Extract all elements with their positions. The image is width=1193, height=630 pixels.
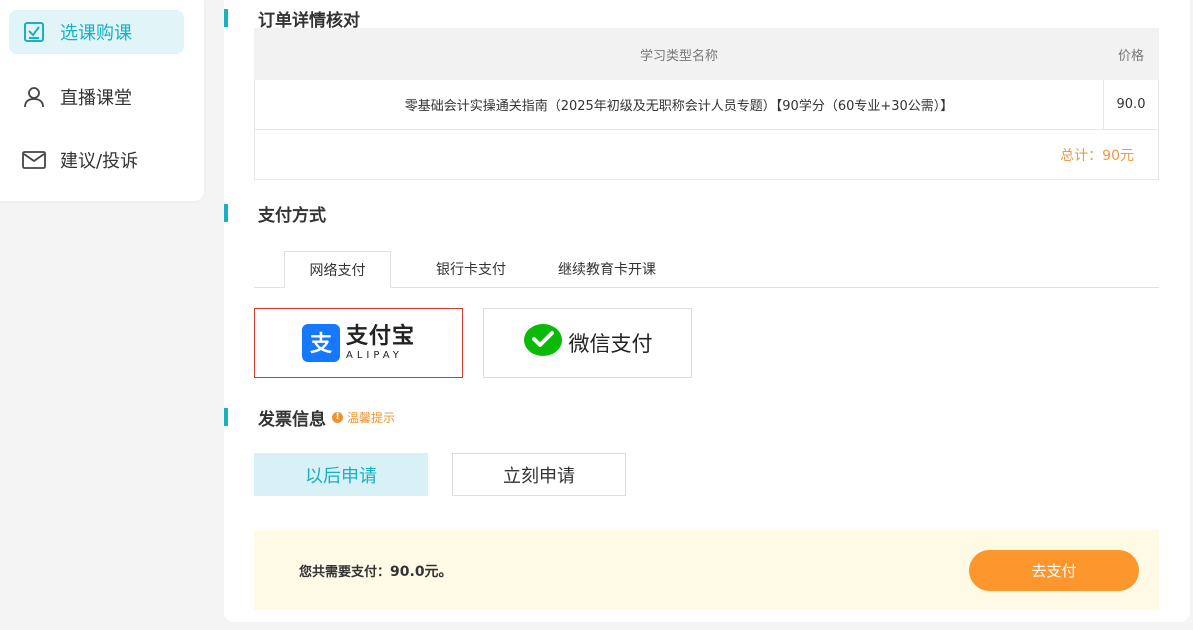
column-header-name: 学习类型名称 bbox=[255, 29, 1104, 80]
summary-amount: 90.0元。 bbox=[390, 564, 453, 580]
alipay-icon: 支 bbox=[302, 324, 340, 362]
alipay-label-cn: 支付宝 bbox=[346, 326, 415, 348]
summary-prefix: 您共需要支付： bbox=[299, 565, 390, 580]
invoice-hint-text: 温馨提示 bbox=[347, 409, 395, 426]
payment-section-title: 支付方式 bbox=[224, 203, 326, 223]
sidebar-item-live-classroom[interactable]: 直播课堂 bbox=[9, 75, 184, 119]
payment-summary-bar: 您共需要支付：90.0元。 去支付 bbox=[254, 530, 1159, 610]
sidebar-item-course-selection[interactable]: 选课购课 bbox=[9, 10, 184, 54]
wechat-pay-label: 微信支付 bbox=[569, 328, 653, 358]
sidebar: 选课购课 直播课堂 建议/投诉 bbox=[0, 0, 204, 201]
alipay-label-en: ALIPAY bbox=[346, 351, 415, 361]
section-marker bbox=[224, 204, 228, 222]
apply-later-button[interactable]: 以后申请 bbox=[254, 453, 428, 496]
user-icon bbox=[22, 85, 46, 109]
wechat-pay-icon bbox=[523, 323, 563, 363]
wechat-pay-logo: 微信支付 bbox=[523, 323, 653, 363]
sidebar-item-feedback[interactable]: 建议/投诉 bbox=[9, 138, 184, 182]
sidebar-item-label: 选课购课 bbox=[60, 19, 132, 45]
course-price-cell: 90.0 bbox=[1104, 80, 1159, 130]
invoice-hint[interactable]: ! 温馨提示 bbox=[332, 409, 395, 426]
go-pay-button[interactable]: 去支付 bbox=[969, 550, 1139, 591]
order-table: 学习类型名称 价格 零基础会计实操通关指南（2025年初级及无职称会计人员专题）… bbox=[254, 28, 1159, 180]
order-title-text: 订单详情核对 bbox=[258, 6, 360, 31]
column-header-price: 价格 bbox=[1104, 29, 1159, 80]
invoice-title-text: 发票信息 bbox=[258, 405, 326, 430]
tab-online-payment[interactable]: 网络支付 bbox=[284, 251, 391, 288]
tab-bank-card-payment[interactable]: 银行卡支付 bbox=[414, 251, 528, 287]
payment-title-text: 支付方式 bbox=[258, 201, 326, 226]
table-row: 零基础会计实操通关指南（2025年初级及无职称会计人员专题）【90学分（60专业… bbox=[255, 80, 1159, 130]
order-section-title: 订单详情核对 bbox=[224, 8, 360, 28]
sidebar-item-label: 建议/投诉 bbox=[60, 147, 138, 173]
order-total: 总计：90元 bbox=[255, 130, 1159, 180]
payment-summary: 您共需要支付：90.0元。 bbox=[299, 561, 453, 581]
info-icon: ! bbox=[332, 412, 343, 423]
total-row: 总计：90元 bbox=[255, 130, 1159, 180]
apply-now-button[interactable]: 立刻申请 bbox=[452, 453, 626, 496]
table-header-row: 学习类型名称 价格 bbox=[255, 29, 1159, 80]
svg-text:支: 支 bbox=[310, 332, 333, 357]
section-marker bbox=[224, 9, 228, 27]
alipay-option[interactable]: 支 支付宝 ALIPAY bbox=[254, 308, 463, 378]
section-marker bbox=[224, 408, 228, 426]
payment-tabs: 网络支付 银行卡支付 继续教育卡开课 bbox=[254, 251, 1159, 288]
invoice-section-title: 发票信息 ! 温馨提示 bbox=[224, 407, 395, 427]
main-panel: 订单详情核对 学习类型名称 价格 零基础会计实操通关指南（2025年初级及无职称… bbox=[224, 0, 1190, 622]
mail-icon bbox=[22, 148, 46, 172]
sidebar-item-label: 直播课堂 bbox=[60, 84, 132, 110]
course-name-cell: 零基础会计实操通关指南（2025年初级及无职称会计人员专题）【90学分（60专业… bbox=[255, 80, 1104, 130]
alipay-logo: 支 支付宝 ALIPAY bbox=[302, 324, 415, 362]
tab-education-card[interactable]: 继续教育卡开课 bbox=[538, 251, 676, 287]
checklist-icon bbox=[22, 20, 46, 44]
wechat-pay-option[interactable]: 微信支付 bbox=[483, 308, 692, 378]
